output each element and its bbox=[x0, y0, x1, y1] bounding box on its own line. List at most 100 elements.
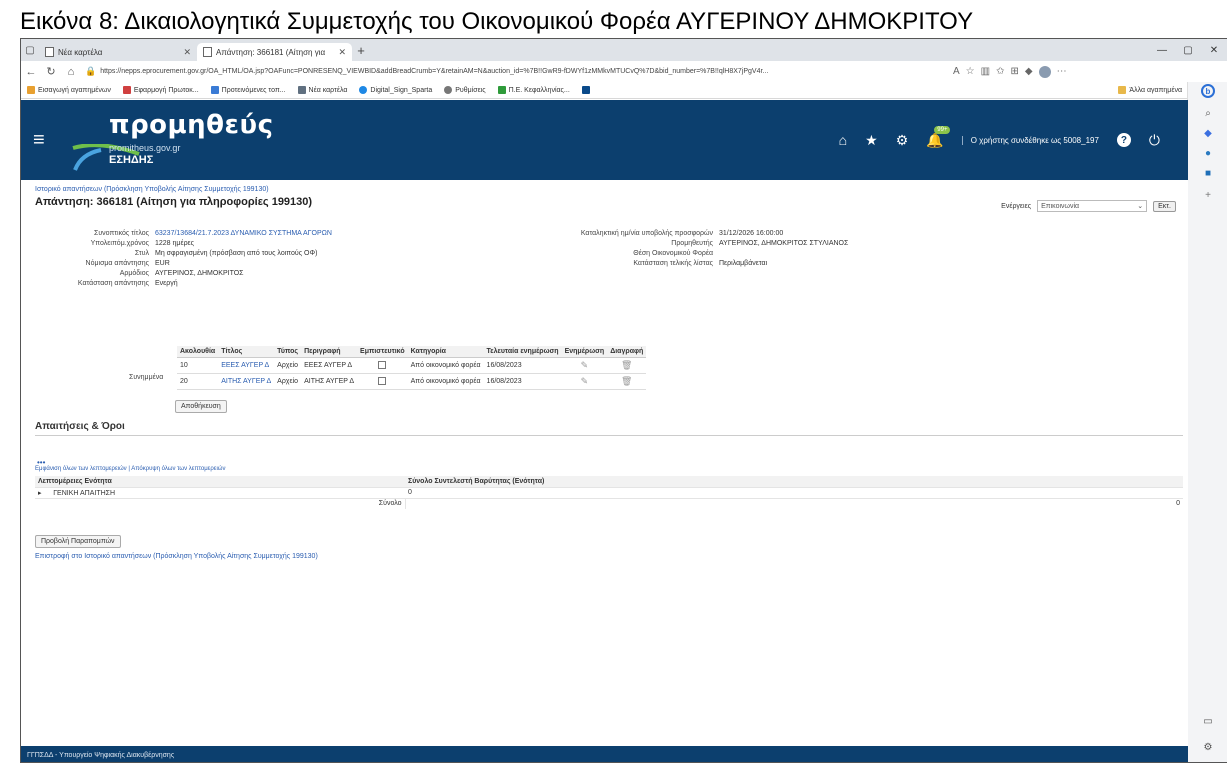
logo-esidis: ΕΣΗΔΗΣ bbox=[109, 154, 154, 166]
page-content: Ιστορικό απαντήσεων (Πρόσκληση Υποβολής … bbox=[21, 180, 1188, 746]
settings-icon[interactable]: ⚙ bbox=[1201, 740, 1215, 754]
split-screen-icon[interactable]: ▥ bbox=[981, 66, 990, 78]
back-icon[interactable]: ← bbox=[21, 66, 41, 78]
sidebar-toggle-icon[interactable]: ▭ bbox=[1201, 714, 1215, 728]
home-icon[interactable]: ⌂ bbox=[839, 132, 847, 148]
notification-badge: 99+ bbox=[934, 125, 951, 134]
close-window-icon[interactable]: ✕ bbox=[1201, 45, 1227, 56]
requirements-table: Λεπτομέρειες Ενότητα Σύνολο Συντελεστή Β… bbox=[35, 476, 1183, 509]
go-button[interactable]: Εκτ. bbox=[1153, 200, 1176, 212]
column-header[interactable]: Κατηγορία bbox=[407, 346, 484, 358]
bell-icon[interactable]: 🔔 99+ bbox=[926, 125, 951, 149]
copilot-icon[interactable]: b bbox=[1201, 84, 1215, 98]
refresh-icon[interactable]: ↻ bbox=[41, 65, 61, 78]
column-header[interactable]: Εμπιστευτικό bbox=[357, 346, 408, 358]
pencil-icon[interactable]: ✎ bbox=[581, 376, 589, 386]
figure-caption: Εικόνα 8: Δικαιολογητικά Συμμετοχής του … bbox=[20, 8, 974, 35]
actions-select[interactable]: Επικοινωνία ⌄ bbox=[1037, 200, 1148, 212]
column-header[interactable]: Περιγραφή bbox=[301, 346, 358, 358]
window-menu-icon[interactable]: ▢ bbox=[21, 39, 39, 61]
extension-icon[interactable]: ◆ bbox=[1025, 66, 1033, 78]
add-icon[interactable]: + bbox=[1201, 188, 1215, 202]
trash-icon[interactable]: 🗑 bbox=[621, 360, 632, 370]
column-header[interactable]: Τύπος bbox=[274, 346, 302, 358]
logo-name: προμηθεύς bbox=[109, 110, 274, 140]
favorite-star-icon[interactable]: ☆ bbox=[966, 66, 975, 78]
bookmark-icon bbox=[122, 86, 131, 94]
response-details-left: Συνοπτικός τίτλος 63237/13684/21.7.2023 Δ… bbox=[21, 228, 332, 288]
field-row: Συνοπτικός τίτλος 63237/13684/21.7.2023 Δ… bbox=[94, 229, 332, 237]
app-header: ≡ προμηθεύς promitheus.gov.gr ΕΣΗΔΗΣ ⌂ ★… bbox=[21, 100, 1188, 180]
bookmark-item[interactable]: Προτεινόμενες τοπ... bbox=[205, 86, 292, 94]
favorites-icon[interactable]: ✩ bbox=[996, 66, 1004, 78]
show-hide-details-links[interactable]: Εμφάνιση όλων των λεπτομερειών | Απόκρυψ… bbox=[35, 466, 225, 472]
outlook-icon[interactable]: ■ bbox=[1201, 166, 1215, 180]
field-row: Κατάσταση τελικής λίστας Περιλαμβάνεται bbox=[633, 259, 768, 267]
view-references-button[interactable]: Προβολή Παραπομπών bbox=[35, 535, 121, 548]
folder-icon bbox=[27, 86, 35, 94]
confidential-checkbox[interactable] bbox=[378, 360, 387, 369]
bookmarks-bar: Εισαγωγή αγαπημένων Εφαρμογή Πρωτοκ... Π… bbox=[21, 82, 1188, 99]
bookmark-item[interactable]: Εισαγωγή αγαπημένων bbox=[21, 86, 117, 94]
expand-arrow-icon[interactable]: ▸ bbox=[38, 490, 42, 497]
confidential-checkbox[interactable] bbox=[378, 376, 387, 385]
bookmark-item[interactable]: Ρυθμίσεις bbox=[438, 86, 491, 94]
table-row: 10 ΕΕΕΣ ΑΥΓΕΡ Δ Αρχείο ΕΕΕΣ ΑΥΓΕΡ Δ Από … bbox=[177, 357, 647, 374]
hamburger-menu-icon[interactable]: ≡ bbox=[33, 129, 45, 152]
help-icon[interactable]: ? bbox=[1116, 133, 1131, 147]
collections-icon[interactable]: ⊞ bbox=[1010, 66, 1018, 78]
requirements-section-title: Απαιτήσεις & Όροι bbox=[35, 421, 125, 432]
tools-icon[interactable]: ● bbox=[1201, 146, 1215, 160]
tag-icon[interactable]: ◆ bbox=[1201, 126, 1215, 140]
field-row: Προμηθευτής ΑΥΓΕΡΙΝΟΣ, ΔΗΜΟΚΡΙΤΟΣ ΣΤΥΛΙΑΝ… bbox=[671, 239, 849, 247]
other-favorites[interactable]: Άλλα αγαπημένα bbox=[1112, 86, 1188, 94]
bookmark-item[interactable]: Π.Ε. Κεφαλληνίας... bbox=[492, 86, 576, 94]
globe-icon bbox=[359, 86, 368, 94]
trash-icon[interactable]: 🗑 bbox=[621, 376, 632, 386]
browser-tab-new[interactable]: Νέα καρτέλα ✕ bbox=[39, 43, 197, 61]
field-row: Κατάσταση απάντησης Ενεργή bbox=[77, 279, 178, 287]
close-tab-icon[interactable]: ✕ bbox=[338, 47, 346, 58]
profile-avatar[interactable] bbox=[1038, 65, 1051, 78]
tab-label: Νέα καρτέλα bbox=[58, 47, 103, 57]
bookmark-icon bbox=[497, 86, 506, 94]
close-tab-icon[interactable]: ✕ bbox=[183, 47, 191, 58]
url-text: https://nepps.eprocurement.gov.gr/OA_HTM… bbox=[100, 68, 769, 75]
chevron-down-icon: ⌄ bbox=[1137, 203, 1144, 210]
read-aloud-icon[interactable]: A bbox=[953, 66, 960, 78]
page-icon bbox=[297, 86, 306, 94]
bookmark-item[interactable] bbox=[576, 86, 596, 94]
promitheus-logo[interactable]: προμηθεύς promitheus.gov.gr ΕΣΗΔΗΣ bbox=[61, 104, 273, 178]
column-header[interactable]: Τελευταία ενημέρωση bbox=[483, 346, 562, 358]
back-to-history-link[interactable]: Επιστροφή στο Ιστορικό απαντήσεων (Πρόσκ… bbox=[35, 553, 318, 560]
url-field[interactable]: 🔒 https://nepps.eprocurement.gov.gr/OA_H… bbox=[85, 64, 945, 79]
save-button[interactable]: Αποθήκευση bbox=[175, 400, 227, 413]
home-icon[interactable]: ⌂ bbox=[61, 66, 81, 78]
pencil-icon[interactable]: ✎ bbox=[581, 360, 589, 370]
table-row: 20 ΑΙΤΗΣ ΑΥΓΕΡ Δ Αρχείο ΑΙΤΗΣ ΑΥΓΕΡ Δ Απ… bbox=[177, 373, 647, 390]
gear-icon[interactable]: ⚙ bbox=[896, 132, 909, 149]
browser-tab-active[interactable]: Απάντηση: 366181 (Αίτηση για ✕ bbox=[197, 43, 352, 61]
column-header[interactable]: Ακολουθία bbox=[177, 346, 219, 358]
minimize-icon[interactable]: — bbox=[1149, 45, 1175, 56]
field-row: Υπολειπόμ.χρόνος 1228 ημέρες bbox=[90, 239, 195, 247]
new-tab-icon[interactable]: + bbox=[352, 43, 370, 58]
breadcrumb[interactable]: Ιστορικό απαντήσεων (Πρόσκληση Υποβολής … bbox=[35, 186, 269, 193]
column-header: Διαγραφή bbox=[607, 346, 647, 358]
attachments-label: Συνημμένα bbox=[129, 374, 164, 381]
bookmark-item[interactable]: Εφαρμογή Πρωτοκ... bbox=[117, 86, 205, 94]
browser-toolbar: A ☆ ▥ ✩ ⊞ ◆ ⋯ bbox=[953, 65, 1067, 78]
table-header-row: Ακολουθία Τίτλος Τύπος Περιγραφή Εμπιστε… bbox=[177, 346, 647, 358]
bookmark-item[interactable]: Νέα καρτέλα bbox=[292, 86, 354, 94]
column-header[interactable]: Τίτλος bbox=[218, 346, 275, 358]
search-icon[interactable]: ⌕ bbox=[1201, 106, 1215, 120]
field-row: Νόμισμα απάντησης EUR bbox=[85, 259, 170, 267]
logout-icon[interactable]: ⏻ bbox=[1149, 132, 1160, 149]
star-icon[interactable]: ★ bbox=[865, 132, 878, 149]
bookmark-item[interactable]: Digital_Sign_Sparta bbox=[353, 86, 438, 94]
restore-icon[interactable]: ▢ bbox=[1175, 45, 1201, 56]
edge-sidebar: b ⌕ ◆ ● ■ + ▭ ⚙ bbox=[1187, 82, 1227, 762]
more-icon[interactable]: ⋯ bbox=[1057, 66, 1067, 78]
lock-icon: 🔒 bbox=[85, 66, 97, 76]
table-row: ▸ ΓΕΝΙΚΗ ΑΠΑΙΤΗΣΗ 0 bbox=[35, 486, 1183, 498]
